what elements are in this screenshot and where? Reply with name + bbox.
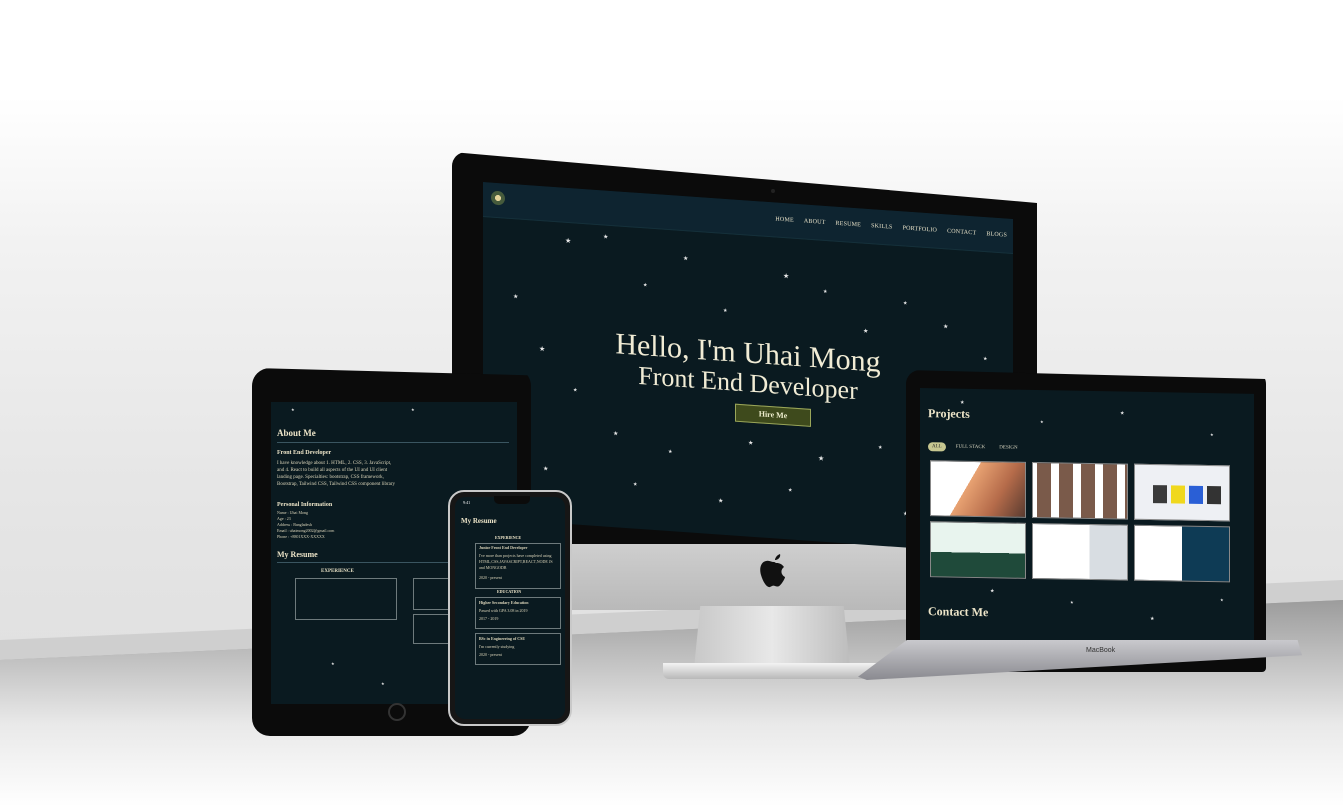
javascript-logo-icon bbox=[1171, 485, 1185, 504]
star: ★ bbox=[1070, 599, 1074, 605]
imac-stand bbox=[694, 606, 850, 668]
star: ★ bbox=[783, 271, 790, 281]
star: ★ bbox=[823, 288, 828, 296]
education-date: 2017 - 2019 bbox=[479, 616, 499, 621]
nav-about[interactable]: ABOUT bbox=[804, 218, 826, 226]
education-text-2: I'm currently studying bbox=[479, 644, 515, 649]
star: ★ bbox=[943, 323, 949, 331]
project-thumbnail[interactable] bbox=[930, 460, 1026, 518]
star: ★ bbox=[668, 448, 673, 456]
star: ★ bbox=[613, 430, 619, 438]
project-thumbnail[interactable] bbox=[1134, 524, 1230, 583]
contact-heading: Contact Me bbox=[928, 604, 989, 620]
star: ★ bbox=[903, 300, 908, 307]
star: ★ bbox=[543, 465, 549, 473]
macbook-screen: ★ ★ ★ ★ ★ ★ ★ ★ Projects ALL FULL STACK … bbox=[920, 388, 1254, 648]
project-filters: ALL FULL STACK DESIGN bbox=[928, 442, 1022, 453]
star: ★ bbox=[990, 588, 995, 595]
star: ★ bbox=[411, 407, 415, 412]
project-thumbnail[interactable] bbox=[1032, 461, 1128, 520]
star: ★ bbox=[718, 497, 724, 505]
experience-label: EXPERIENCE bbox=[321, 569, 354, 574]
experience-label: EXPERIENCE bbox=[495, 535, 522, 540]
device-mockup-scene: ★ ★ ★ ★ ★ ★ ★ ★ ★ ★ ★ ★ ★ ★ ★ ★ ★ ★ ★ ★ … bbox=[0, 0, 1343, 807]
nav-contact[interactable]: CONTACT bbox=[947, 228, 976, 236]
star: ★ bbox=[1120, 410, 1125, 417]
star: ★ bbox=[1040, 419, 1044, 425]
ipad-home-button[interactable] bbox=[388, 703, 406, 721]
filter-full-stack[interactable]: FULL STACK bbox=[952, 443, 990, 453]
star: ★ bbox=[603, 233, 609, 241]
nav-blogs[interactable]: BLOGS bbox=[986, 231, 1007, 238]
star: ★ bbox=[1210, 432, 1214, 438]
experience-text: I've more than projects have completed u… bbox=[479, 553, 553, 570]
education-text: Passed with GPA 3.08 in 2019 bbox=[479, 608, 528, 613]
project-thumbnail[interactable] bbox=[1134, 463, 1230, 522]
star: ★ bbox=[381, 681, 385, 686]
star: ★ bbox=[331, 661, 335, 666]
star: ★ bbox=[818, 454, 825, 463]
star: ★ bbox=[573, 387, 578, 394]
nav-skills[interactable]: SKILLS bbox=[871, 223, 893, 231]
css-logo-icon bbox=[1189, 485, 1203, 504]
experience-card bbox=[295, 578, 397, 620]
imac-camera bbox=[771, 189, 775, 193]
macbook-brand-label: MacBook bbox=[1086, 647, 1116, 654]
apple-logo-icon bbox=[760, 554, 785, 588]
star: ★ bbox=[1150, 616, 1155, 623]
experience-title: Junior Front End Developer bbox=[479, 545, 528, 550]
project-thumbnail[interactable] bbox=[930, 521, 1026, 579]
education-date-2: 2020 - present bbox=[479, 652, 502, 657]
education-title-2: BSc in Engineering of CSE bbox=[479, 636, 526, 641]
project-grid bbox=[930, 460, 1230, 583]
nav-home[interactable]: HOME bbox=[775, 216, 793, 223]
projects-heading: Projects bbox=[928, 406, 970, 421]
resume-heading: My Resume bbox=[461, 517, 497, 525]
star: ★ bbox=[291, 407, 295, 412]
iphone-screen: 9:41 My Resume EXPERIENCE Junior Front E… bbox=[455, 497, 565, 719]
star: ★ bbox=[863, 327, 869, 335]
personal-phone: Phone : +8801XXX-XXXXX bbox=[277, 534, 325, 539]
star: ★ bbox=[513, 293, 519, 301]
site-logo-icon[interactable] bbox=[491, 190, 505, 206]
star: ★ bbox=[565, 236, 572, 246]
education-title: Higher Secondary Education bbox=[479, 600, 529, 605]
education-label: EDUCATION bbox=[497, 589, 522, 594]
star: ★ bbox=[643, 282, 648, 289]
star: ★ bbox=[788, 487, 793, 494]
star: ★ bbox=[748, 439, 754, 447]
star: ★ bbox=[1220, 597, 1224, 603]
nav-portfolio[interactable]: PORTFOLIO bbox=[903, 225, 937, 233]
iphone-notch bbox=[494, 496, 530, 504]
tech-logo-icon bbox=[1153, 485, 1167, 504]
about-heading: About Me bbox=[277, 428, 316, 438]
filter-design[interactable]: DESIGN bbox=[995, 443, 1021, 452]
star: ★ bbox=[960, 399, 965, 406]
project-thumbnail[interactable] bbox=[1032, 522, 1128, 581]
star: ★ bbox=[723, 307, 728, 315]
resume-heading: My Resume bbox=[277, 550, 318, 559]
personal-info-heading: Personal Information bbox=[277, 502, 333, 508]
nav-menu: HOME ABOUT RESUME SKILLS PORTFOLIO CONTA… bbox=[775, 216, 1007, 238]
nav-resume[interactable]: RESUME bbox=[836, 221, 862, 229]
imac-stand-base bbox=[663, 663, 877, 679]
status-time: 9:41 bbox=[463, 500, 471, 505]
star: ★ bbox=[683, 254, 689, 263]
filter-all[interactable]: ALL bbox=[928, 442, 946, 452]
star: ★ bbox=[633, 481, 638, 488]
github-logo-icon bbox=[1207, 486, 1221, 505]
divider bbox=[277, 442, 509, 443]
star: ★ bbox=[878, 444, 883, 451]
about-text: I have knowledge about 1. HTML, 2. CSS, … bbox=[277, 461, 396, 487]
experience-date: 2020 - present bbox=[479, 575, 502, 580]
about-role: Front End Developer bbox=[277, 450, 332, 456]
